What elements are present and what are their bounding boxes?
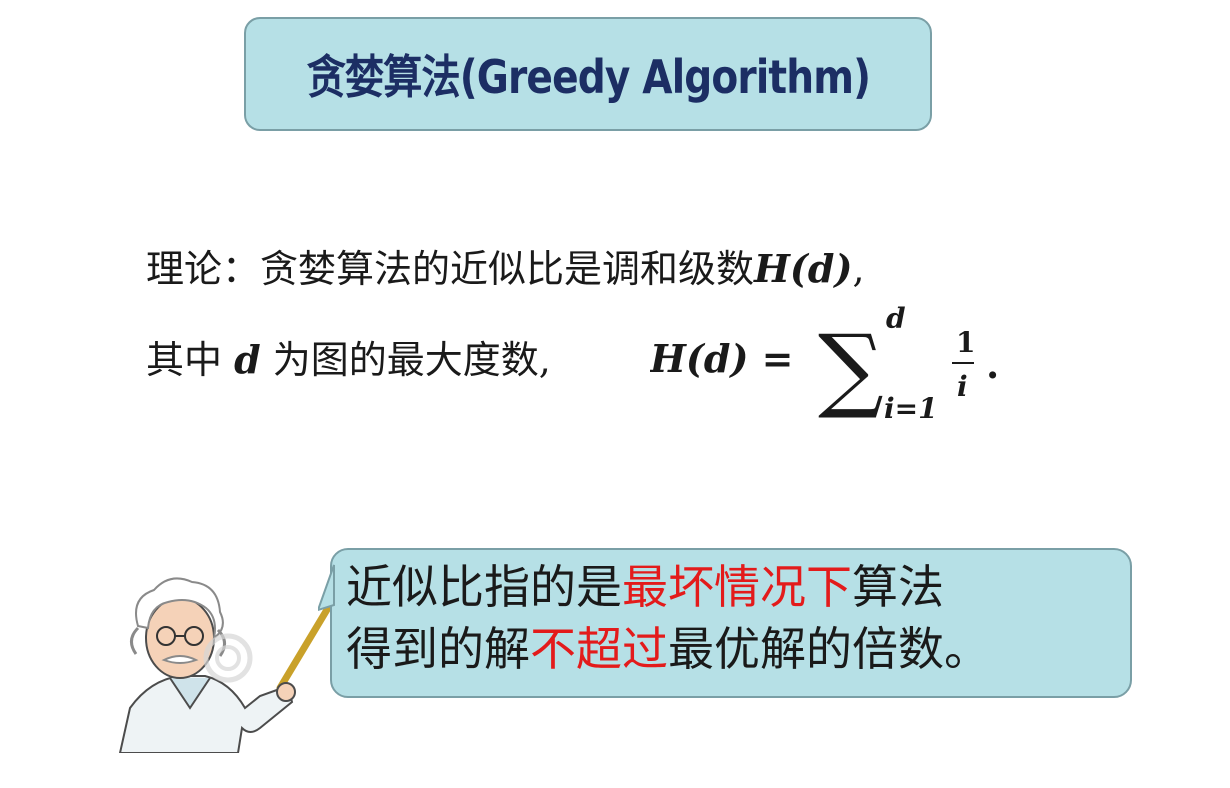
- speech-line-2: 得到的解不超过最优解的倍数。: [346, 618, 990, 680]
- speech-line1-b: 算法: [852, 560, 944, 614]
- fraction-numerator: 1: [956, 326, 975, 359]
- theory-suffix: ,: [852, 247, 865, 291]
- professor-illustration: [118, 577, 332, 753]
- harmonic-formula: H(d) = ∑ d i=1 1 i .: [650, 302, 999, 425]
- sigma-icon: ∑: [818, 315, 884, 422]
- theory-statement: 理论：贪婪算法的近似比是调和级数H(d),: [146, 238, 865, 300]
- speech-line2-highlight: 不超过: [530, 622, 668, 676]
- speech-line2-a: 得到的解: [346, 622, 530, 676]
- definition-d: d: [234, 337, 261, 382]
- formula-lhs: H(d) =: [650, 336, 794, 381]
- speech-bubble-tail: [318, 564, 335, 612]
- definition-part2: 为图的最大度数,: [260, 338, 551, 382]
- speech-text: 近似比指的是最坏情况下算法 得到的解不超过最优解的倍数。: [346, 556, 990, 680]
- title-banner: 贪婪算法(Greedy Algorithm): [244, 17, 932, 131]
- definition-statement: 其中 d 为图的最大度数,: [146, 330, 551, 390]
- slide-title: 贪婪算法(Greedy Algorithm): [306, 50, 870, 104]
- sum-upper: d: [886, 302, 906, 335]
- sum-lower: i=1: [884, 392, 938, 425]
- speech-line1-a: 近似比指的是: [346, 560, 622, 614]
- speech-line1-highlight: 最坏情况下: [622, 560, 852, 614]
- theory-hd: H(d): [754, 246, 853, 291]
- speech-line-1: 近似比指的是最坏情况下算法: [346, 556, 990, 618]
- speech-line2-b: 最优解的倍数。: [668, 622, 990, 676]
- definition-part1: 其中: [146, 338, 235, 382]
- theory-prefix: 理论：贪婪算法的近似比是调和级数: [146, 247, 755, 291]
- formula-end: .: [986, 342, 999, 387]
- fraction-denominator: i: [957, 370, 968, 403]
